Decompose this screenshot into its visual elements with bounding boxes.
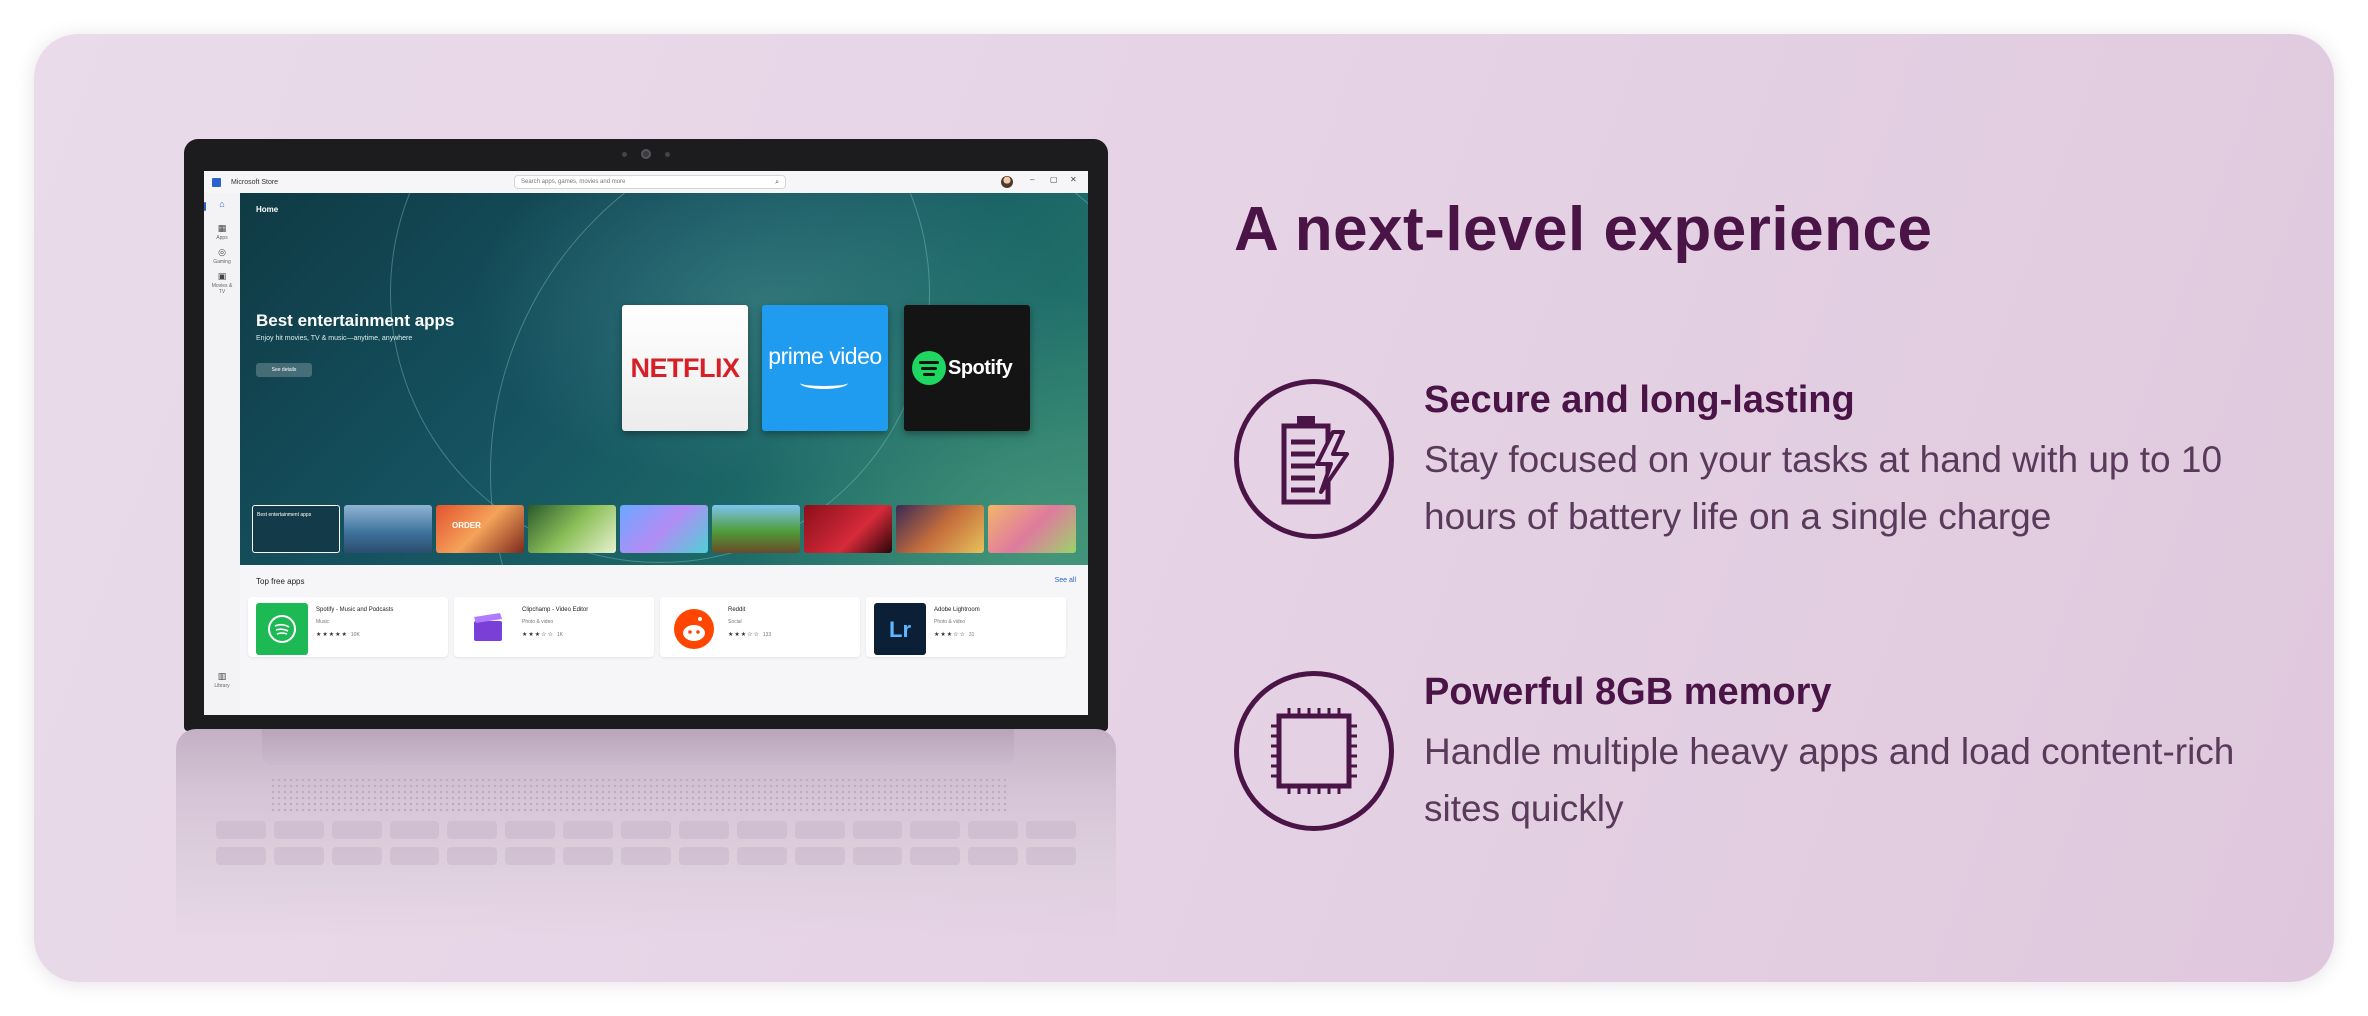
lightroom-icon: Lr xyxy=(874,603,926,655)
sidebar-item-library[interactable]: ▥ Library xyxy=(208,671,236,689)
feature-title: Powerful 8GB memory xyxy=(1424,671,1832,713)
sidebar-item-label: Movies & TV xyxy=(211,283,233,295)
library-icon: ▥ xyxy=(217,671,227,681)
feature-memory: Powerful 8GB memory Handle multiple heav… xyxy=(1234,671,2294,841)
feature-battery: Secure and long-lasting Stay focused on … xyxy=(1234,379,2294,549)
app-name: Reddit xyxy=(728,607,746,613)
app-card-lightroom[interactable]: Lr Adobe Lightroom Photo & video ★★★☆☆ 31 xyxy=(866,597,1066,657)
prime-video-tile[interactable]: prime video xyxy=(762,305,888,431)
keyboard xyxy=(216,821,1076,865)
gaming-icon: ◎ xyxy=(218,247,226,257)
store-window-title: Microsoft Store xyxy=(231,178,279,186)
app-card-spotify[interactable]: Spotify - Music and Podcasts Music ★★★★★… xyxy=(248,597,448,657)
app-name: Adobe Lightroom xyxy=(934,607,980,613)
carousel-item[interactable] xyxy=(988,505,1076,553)
laptop-lid: Microsoft Store Search apps, games, movi… xyxy=(184,139,1108,731)
app-card-clipchamp[interactable]: Clipchamp - Video Editor Photo & video ★… xyxy=(454,597,654,657)
memory-chip-icon xyxy=(1234,671,1394,831)
app-category: Photo & video xyxy=(934,619,966,625)
prime-video-logo: prime video xyxy=(768,343,882,369)
sensor-icon xyxy=(665,151,670,157)
sidebar-item-label: Gaming xyxy=(213,259,231,265)
webcam-icon xyxy=(641,149,651,159)
laptop-screen: Microsoft Store Search apps, games, movi… xyxy=(204,171,1088,715)
hero-carousel: Best entertainment apps ORDER xyxy=(252,505,1088,553)
laptop-base xyxy=(176,729,1116,939)
section-title: Top free apps xyxy=(256,577,305,586)
movies-icon: ▣ xyxy=(217,271,227,281)
spotify-logo: Spotify xyxy=(948,357,1013,379)
headline: A next-level experience xyxy=(1234,195,1933,264)
home-icon: ⌂ xyxy=(219,199,225,209)
netflix-logo: NETFLIX xyxy=(630,353,741,383)
carousel-item[interactable] xyxy=(344,505,432,553)
app-rating: ★★★☆☆ 1K xyxy=(522,632,564,638)
carousel-item-label: ORDER xyxy=(452,521,481,530)
close-icon[interactable]: ✕ xyxy=(1070,175,1077,184)
minimize-icon[interactable]: – xyxy=(1030,175,1034,184)
store-logo-icon xyxy=(212,177,221,187)
webcam-bar xyxy=(204,139,1088,169)
sensor-icon xyxy=(622,151,627,157)
page-title: Home xyxy=(256,205,279,214)
apps-icon: ▦ xyxy=(217,223,227,233)
app-name: Clipchamp - Video Editor xyxy=(522,607,589,613)
carousel-item[interactable] xyxy=(804,505,892,553)
spotify-icon xyxy=(912,351,946,385)
promo-card: Microsoft Store Search apps, games, movi… xyxy=(34,34,2334,982)
carousel-item[interactable] xyxy=(896,505,984,553)
app-rating: ★★★★★ 10K xyxy=(316,632,360,638)
svg-text:Lr: Lr xyxy=(889,617,911,642)
store-search-input[interactable]: Search apps, games, movies and more ⌕ xyxy=(514,175,786,189)
sidebar-item-label: Library xyxy=(214,683,230,689)
app-card-reddit[interactable]: Reddit Social ★★★☆☆ 133 xyxy=(660,597,860,657)
carousel-item[interactable]: ORDER xyxy=(436,505,524,553)
app-rating: ★★★☆☆ 133 xyxy=(728,632,772,638)
search-placeholder: Search apps, games, movies and more xyxy=(521,179,626,185)
hero-subtitle: Enjoy hit movies, TV & music—anytime, an… xyxy=(256,335,413,342)
reddit-icon xyxy=(668,603,720,655)
see-details-button[interactable]: See details xyxy=(256,363,312,377)
carousel-item[interactable] xyxy=(528,505,616,553)
search-icon[interactable]: ⌕ xyxy=(775,177,779,189)
battery-charging-icon xyxy=(1234,379,1394,539)
feature-title: Secure and long-lasting xyxy=(1424,379,1855,421)
maximize-icon[interactable]: ▢ xyxy=(1050,175,1058,184)
app-category: Music xyxy=(316,619,330,625)
feature-description: Stay focused on your tasks at hand with … xyxy=(1424,439,2223,537)
store-hero-banner[interactable]: Home Best entertainment apps Enjoy hit m… xyxy=(240,193,1088,565)
feature-description: Handle multiple heavy apps and load cont… xyxy=(1424,731,2235,829)
speaker-grille xyxy=(270,777,1006,811)
spotify-icon xyxy=(256,603,308,655)
sidebar-item-apps[interactable]: ▦ Apps xyxy=(208,223,236,241)
carousel-item[interactable] xyxy=(712,505,800,553)
top-free-apps-section: Top free apps See all Spotify - Music an… xyxy=(240,565,1088,715)
carousel-item-label: Best entertainment apps xyxy=(257,512,312,518)
sidebar-item-home[interactable]: ⌂ xyxy=(204,199,236,211)
app-category: Social xyxy=(728,619,742,625)
clipchamp-icon xyxy=(462,603,514,655)
avatar[interactable] xyxy=(1001,176,1013,188)
spotify-tile[interactable]: Spotify xyxy=(904,305,1030,431)
sidebar-item-label: Apps xyxy=(216,235,228,241)
app-rating: ★★★☆☆ 31 xyxy=(934,632,975,638)
carousel-item[interactable] xyxy=(620,505,708,553)
hero-title: Best entertainment apps xyxy=(256,311,455,330)
see-all-link[interactable]: See all xyxy=(1055,577,1076,584)
netflix-tile[interactable]: NETFLIX xyxy=(622,305,748,431)
carousel-item[interactable]: Best entertainment apps xyxy=(252,505,340,553)
store-sidebar: ⌂ ▦ Apps ◎ Gaming ▣ Movies & TV ▥ Librar… xyxy=(204,193,240,715)
app-category: Photo & video xyxy=(522,619,554,625)
laptop-hinge xyxy=(262,729,1014,765)
store-titlebar: Microsoft Store Search apps, games, movi… xyxy=(204,171,1088,193)
sidebar-item-gaming[interactable]: ◎ Gaming xyxy=(208,247,236,265)
laptop-illustration: Microsoft Store Search apps, games, movi… xyxy=(176,139,1144,939)
sidebar-item-movies[interactable]: ▣ Movies & TV xyxy=(208,271,236,295)
amazon-smile-icon xyxy=(800,377,848,389)
app-name: Spotify - Music and Podcasts xyxy=(316,607,394,613)
